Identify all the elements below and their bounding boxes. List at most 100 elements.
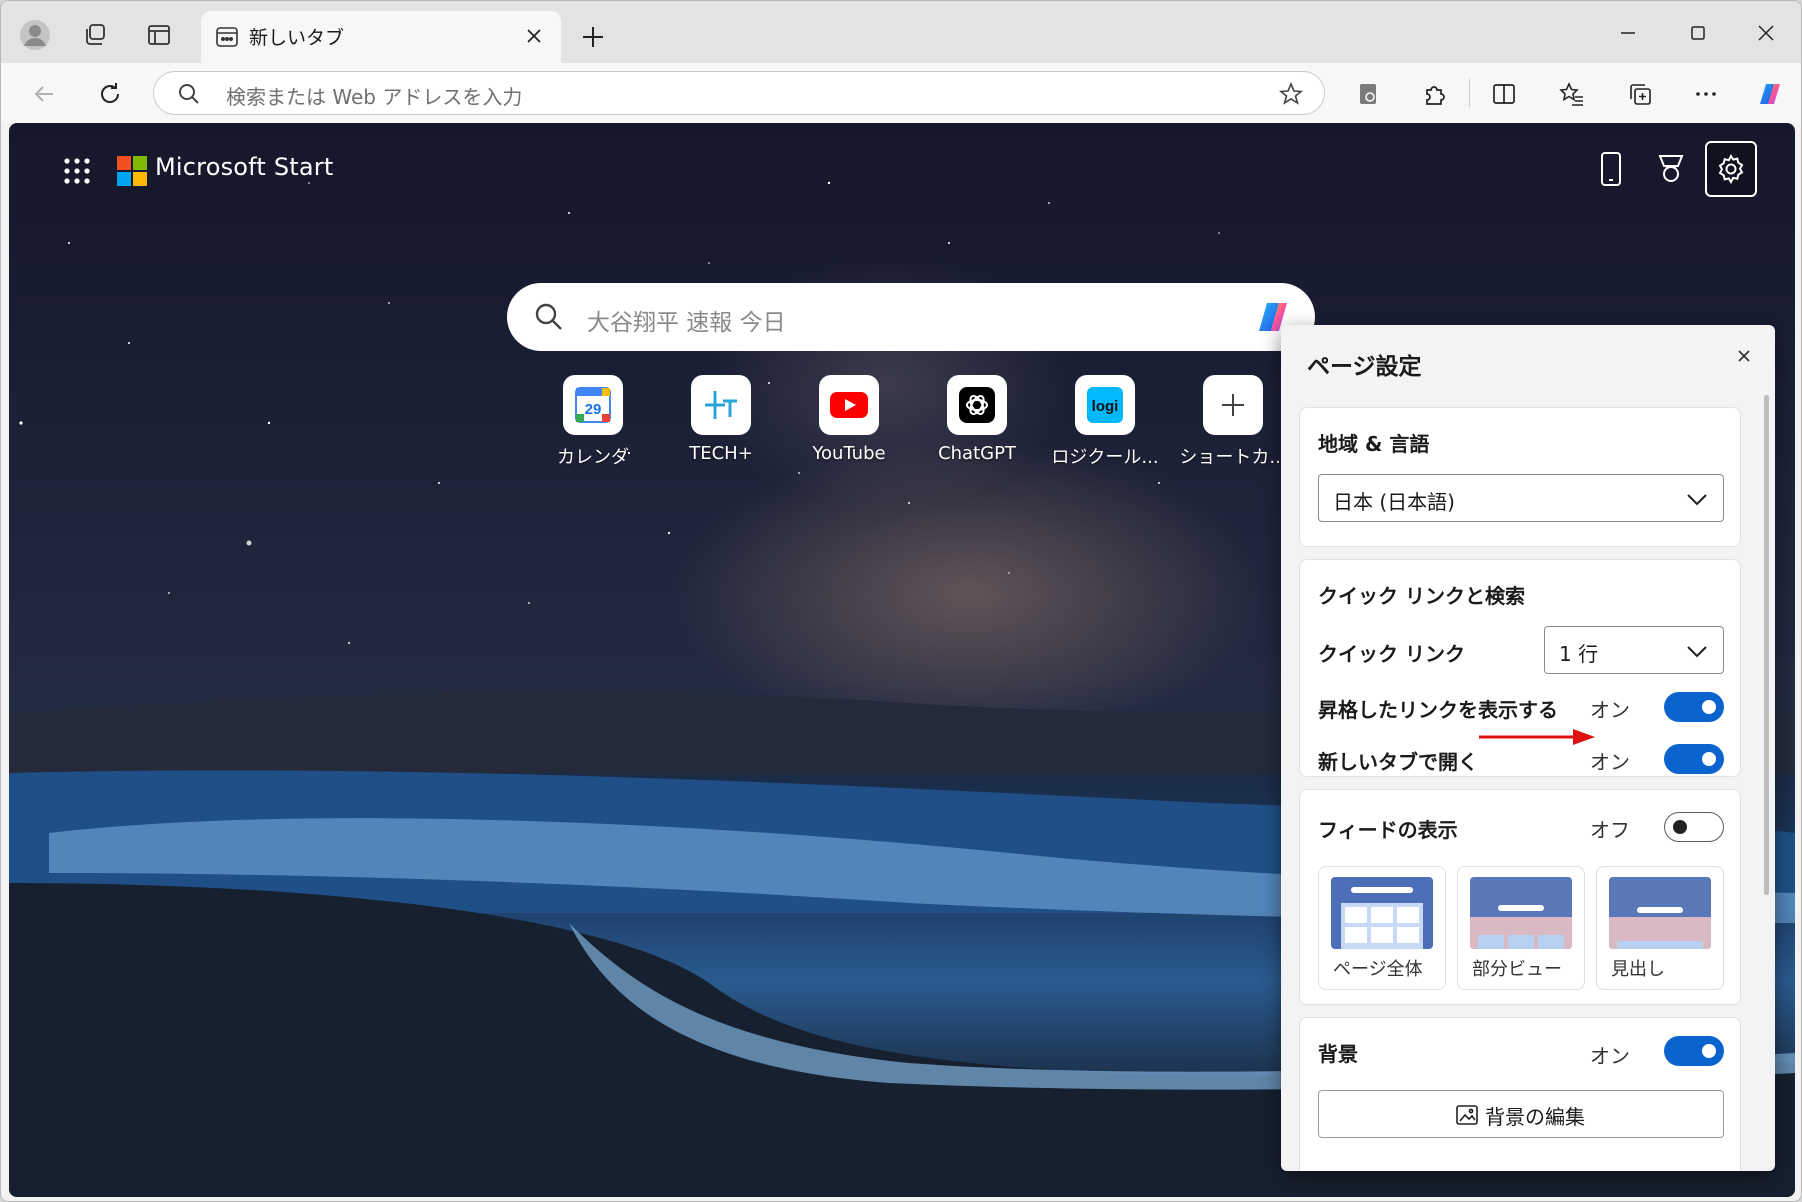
panel-title: ページ設定 [1307,354,1422,380]
quick-link-label: ロジクール... [1051,447,1159,468]
image-edit-icon [1456,1105,1478,1125]
search-placeholder: 大谷翔平 速報 今日 [587,310,786,336]
edit-background-label: 背景の編集 [1485,1105,1585,1129]
new-tab-plus-icon[interactable] [573,17,613,57]
brand-name: Microsoft Start [155,153,334,181]
region-selected-value: 日本 (日本語) [1333,490,1455,514]
copilot-icon [1760,84,1780,104]
quick-link-tile [947,375,1007,435]
minimize-button[interactable] [1605,15,1651,51]
chevron-down-icon [1687,646,1707,658]
quick-link-tile [691,375,751,435]
collections-button[interactable] [1619,73,1661,115]
toolbar-separator [1469,79,1470,107]
profile-button[interactable] [13,13,57,57]
edit-background-button[interactable]: 背景の編集 [1318,1090,1724,1138]
layout-option-full-page[interactable]: ページ全体 [1318,866,1446,990]
quick-link-label: YouTube [812,443,886,464]
extension-button[interactable] [1347,73,1389,115]
quick-link-logicool[interactable]: logi ロジクール... [1045,375,1165,469]
partial-view-layout-thumbnail [1470,877,1572,949]
puzzle-icon [1426,86,1445,105]
workspaces-button[interactable] [73,13,117,57]
layout-option-partial-view[interactable]: 部分ビュー [1457,866,1585,990]
notes-extension-icon [1360,84,1376,104]
collections-icon [1630,84,1651,105]
open-new-tab-state: オン [1590,750,1630,774]
copilot-button[interactable] [1749,73,1791,115]
more-menu-button[interactable] [1685,73,1727,115]
plus-icon [1222,394,1244,416]
feed-toggle[interactable] [1664,812,1724,842]
quick-link-youtube[interactable]: YouTube [789,375,909,464]
headings-layout-thumbnail [1609,877,1711,949]
region-language-card: 地域 & 言語 日本 (日本語) [1299,407,1741,547]
open-new-tab-toggle[interactable] [1664,744,1724,774]
rewards-button[interactable] [1645,141,1697,197]
tab-title: 新しいタブ [249,27,345,49]
microsoft-logo-icon [117,156,147,186]
quick-links-rows-select[interactable]: 1 行 [1544,626,1724,674]
techplus-icon [705,391,737,419]
close-icon[interactable] [1731,343,1757,369]
phone-button[interactable] [1585,141,1637,197]
promoted-links-toggle[interactable] [1664,692,1724,722]
new-tab-page: Microsoft Start 大谷翔平 速報 今日 29 カレンダ TECH+… [9,123,1795,1197]
quick-link-techplus[interactable]: TECH+ [661,375,781,464]
split-screen-icon [1493,84,1515,104]
quick-link-tile [819,375,879,435]
annotation-arrow-icon [1479,729,1595,745]
region-heading: 地域 & 言語 [1318,432,1430,456]
layout-option-label: 見出し [1611,959,1665,980]
tab-strip: 新しいタブ [1,1,1801,63]
quick-link-chatgpt[interactable]: ChatGPT [917,375,1037,464]
favorite-star-icon[interactable] [1278,81,1304,107]
address-bar-placeholder: 検索または Web アドレスを入力 [226,85,523,109]
background-toggle[interactable] [1664,1036,1724,1066]
chevron-down-icon [1687,494,1707,506]
youtube-icon [830,392,868,418]
panel-scrollbar[interactable] [1764,395,1769,895]
feed-heading: フィードの表示 [1318,818,1458,842]
favorites-button[interactable] [1551,73,1593,115]
maximize-icon [1691,26,1705,40]
maximize-button[interactable] [1675,15,1721,51]
layout-option-label: 部分ビュー [1472,959,1562,980]
browser-window: 新しいタブ 検索または Web アドレスを入力 Microsoft Start … [0,0,1802,1202]
extensions-button[interactable] [1413,73,1455,115]
logi-wordmark: logi [1092,398,1119,415]
browser-toolbar: 検索または Web アドレスを入力 [1,63,1801,123]
minimize-icon [1621,32,1635,34]
quick-links-rows-value: 1 行 [1559,642,1599,666]
back-button[interactable] [23,73,65,115]
promoted-links-label: 昇格したリンクを表示する [1318,698,1558,722]
web-search-box[interactable]: 大谷翔平 速報 今日 [507,283,1315,351]
background-state: オン [1590,1044,1630,1068]
app-launcher-icon[interactable] [59,153,95,189]
quick-link-tile: logi [1075,375,1135,435]
close-tab-icon[interactable] [521,23,547,49]
mobile-phone-icon [1601,152,1621,186]
split-screen-button[interactable] [1483,73,1525,115]
search-icon [179,84,199,104]
refresh-button[interactable] [89,73,131,115]
background-heading: 背景 [1318,1042,1358,1066]
quick-link-add-shortcut[interactable]: ショートカ... [1173,375,1293,469]
layout-option-headings[interactable]: 見出し [1596,866,1724,990]
quick-link-label: カレンダ [557,447,629,468]
quick-link-label: ChatGPT [938,443,1016,464]
search-icon [535,303,562,330]
promoted-links-state: オン [1590,698,1630,722]
toggle-knob [1702,1044,1716,1058]
vertical-tabs-button[interactable] [137,13,181,57]
background-card: 背景 オン 背景の編集 [1299,1017,1741,1171]
quick-link-calendar[interactable]: 29 カレンダ [533,375,653,469]
quick-link-label: TECH+ [689,443,753,464]
address-bar[interactable]: 検索または Web アドレスを入力 [153,71,1325,115]
toggle-knob [1673,820,1687,834]
close-window-button[interactable] [1743,15,1789,51]
page-settings-button[interactable] [1705,141,1757,197]
region-select[interactable]: 日本 (日本語) [1318,474,1724,522]
close-window-icon [1758,25,1774,41]
tab-new-tab[interactable]: 新しいタブ [201,11,561,63]
